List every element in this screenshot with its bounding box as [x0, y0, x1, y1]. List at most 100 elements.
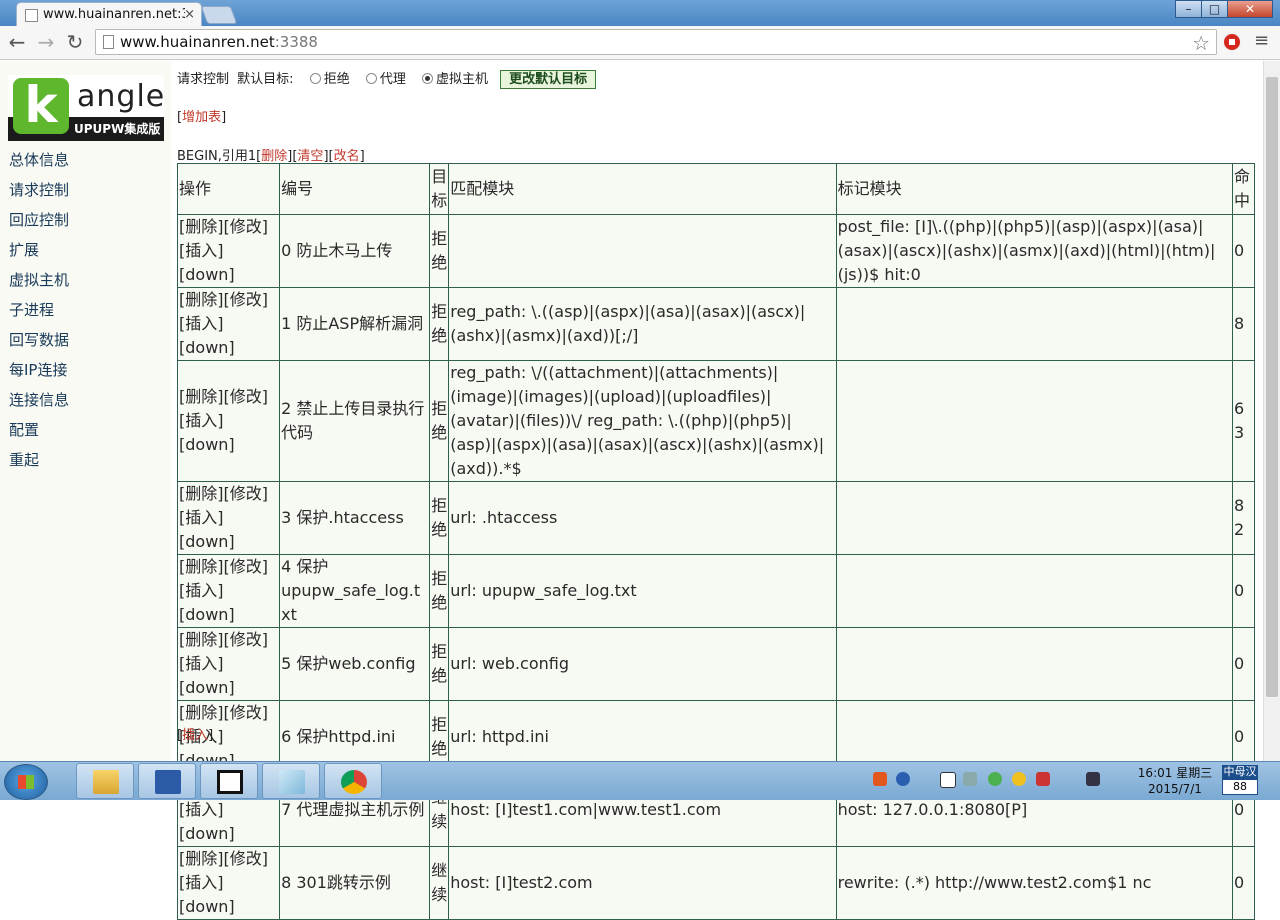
sidebar-item-extensions[interactable]: 扩展 — [9, 235, 69, 265]
row-delete-link[interactable]: [删除] — [179, 557, 224, 576]
sidebar-item-per-ip-connections[interactable]: 每IP连接 — [9, 355, 69, 385]
row-down-link[interactable]: [down] — [179, 338, 235, 357]
bracket: ] — [359, 149, 365, 164]
row-edit-link[interactable]: [修改] — [224, 484, 269, 503]
row-edit-link[interactable]: [修改] — [224, 217, 269, 236]
row-delete-link[interactable]: [删除] — [179, 217, 224, 236]
row-operations: [删除][修改][插入] [down] — [176, 627, 281, 701]
new-tab-button[interactable] — [200, 6, 238, 24]
rename-table-link[interactable]: 改名 — [334, 149, 360, 164]
insert-rule-link[interactable]: 插入 — [182, 728, 208, 743]
bookmark-star-icon[interactable]: ☆ — [1192, 31, 1210, 55]
row-delete-link[interactable]: [删除] — [179, 387, 224, 406]
taskbar-window-button[interactable] — [200, 763, 258, 799]
row-edit-link[interactable]: [修改] — [224, 290, 269, 309]
row-down-link[interactable]: [down] — [179, 824, 235, 843]
taskbar-notepad-button[interactable] — [262, 763, 320, 799]
row-insert-link[interactable]: [插入] — [179, 654, 224, 673]
add-table-link[interactable]: 增加表 — [182, 110, 221, 125]
row-down-link[interactable]: [down] — [179, 605, 235, 624]
row-delete-link[interactable]: [删除] — [179, 630, 224, 649]
row-down-link[interactable]: [down] — [179, 532, 235, 551]
extension-stop-icon[interactable] — [1222, 32, 1242, 52]
taskbar-explorer-button[interactable] — [76, 763, 134, 799]
page-scrollbar[interactable] — [1263, 61, 1280, 761]
row-id: 3 保护.htaccess — [279, 481, 431, 555]
row-delete-link[interactable]: [删除] — [179, 703, 224, 722]
row-insert-link[interactable]: [插入] — [179, 314, 224, 333]
taskbar-word-button[interactable] — [138, 763, 196, 799]
taskbar-chrome-button[interactable] — [324, 763, 382, 799]
radio-deny[interactable] — [309, 73, 321, 84]
taskbar-clock[interactable]: 16:01 星期三 2015/7/1 — [1130, 765, 1220, 797]
tray-volume-icon[interactable] — [1086, 772, 1100, 786]
radio-proxy-label[interactable]: 代理 — [380, 72, 406, 87]
browser-tab-active[interactable]: www.huainanren.net:338 × — [16, 2, 202, 26]
row-edit-link[interactable]: [修改] — [224, 703, 269, 722]
row-insert-link[interactable]: [插入] — [179, 581, 224, 600]
sidebar-item-virtual-host[interactable]: 虚拟主机 — [9, 265, 69, 295]
row-target: 拒绝 — [429, 627, 450, 701]
bracket: ] — [208, 728, 214, 743]
change-default-target-button[interactable]: 更改默认目标 — [500, 70, 597, 89]
url-text[interactable]: www.huainanren.net:3388 — [120, 32, 318, 52]
row-edit-link[interactable]: [修改] — [224, 557, 269, 576]
radio-proxy[interactable] — [365, 73, 377, 84]
windows-logo-icon — [18, 775, 34, 789]
row-operations: [删除][修改][插入] [down] — [176, 554, 281, 628]
row-edit-link[interactable]: [修改] — [224, 387, 269, 406]
radio-deny-label[interactable]: 拒绝 — [324, 72, 350, 87]
window-maximize-button[interactable]: □ — [1201, 0, 1228, 18]
row-hits: 0 — [1231, 554, 1256, 628]
row-insert-link[interactable]: [插入] — [179, 800, 224, 819]
row-insert-link[interactable]: [插入] — [179, 873, 224, 892]
address-bar[interactable]: www.huainanren.net:3388 ☆ — [95, 29, 1217, 55]
tab-title: www.huainanren.net:338 — [43, 7, 185, 22]
row-insert-link[interactable]: [插入] — [179, 411, 224, 430]
row-insert-link[interactable]: [插入] — [179, 241, 224, 260]
sidebar-item-config[interactable]: 配置 — [9, 415, 69, 445]
window-minimize-button[interactable]: – — [1175, 0, 1202, 18]
radio-virtual-host-label[interactable]: 虚拟主机 — [436, 72, 488, 87]
sidebar-item-subprocess[interactable]: 子进程 — [9, 295, 69, 325]
radio-virtual-host[interactable] — [422, 73, 433, 84]
row-down-link[interactable]: [down] — [179, 265, 235, 284]
tray-network-icon[interactable] — [1036, 772, 1050, 786]
row-id: 1 防止ASP解析漏洞 — [279, 287, 431, 361]
delete-table-link[interactable]: 删除 — [261, 149, 287, 164]
row-delete-link[interactable]: [删除] — [179, 849, 224, 868]
sidebar-item-request-control[interactable]: 请求控制 — [9, 175, 69, 205]
row-edit-link[interactable]: [修改] — [224, 630, 269, 649]
clear-table-link[interactable]: 清空 — [297, 149, 323, 164]
row-down-link[interactable]: [down] — [179, 897, 235, 916]
browser-menu-icon[interactable]: ≡ — [1254, 31, 1270, 51]
sidebar-item-writeback[interactable]: 回写数据 — [9, 325, 69, 355]
sidebar-item-overview[interactable]: 总体信息 — [9, 145, 69, 175]
tray-sogou-icon[interactable] — [873, 772, 887, 786]
row-insert-link[interactable]: [插入] — [179, 508, 224, 527]
ime-indicator[interactable]: 中母汉 88 — [1222, 765, 1258, 795]
start-button[interactable] — [4, 764, 48, 800]
tray-window-icon[interactable] — [940, 772, 956, 788]
row-edit-link[interactable]: [修改] — [224, 849, 269, 868]
row-delete-link[interactable]: [删除] — [179, 290, 224, 309]
sidebar-item-restart[interactable]: 重起 — [9, 445, 69, 475]
window-close-button[interactable]: ✕ — [1227, 0, 1273, 18]
sidebar-item-response-control[interactable]: 回应控制 — [9, 205, 69, 235]
forward-arrow-icon[interactable]: → — [34, 30, 58, 54]
col-header-match: 匹配模块 — [448, 163, 837, 215]
back-arrow-icon[interactable]: ← — [5, 30, 29, 54]
tray-shield-icon[interactable] — [988, 772, 1002, 786]
row-delete-link[interactable]: [删除] — [179, 484, 224, 503]
reload-icon[interactable]: ↻ — [63, 30, 87, 54]
tray-qq-icon[interactable] — [1012, 772, 1026, 786]
tray-help-icon[interactable] — [896, 772, 910, 786]
tab-close-icon[interactable]: × — [184, 3, 195, 27]
row-down-link[interactable]: [down] — [179, 435, 235, 454]
row-mark: post_file: [I]\.((php)|(php5)|(asp)|(asp… — [835, 214, 1233, 288]
sidebar-item-connection-info[interactable]: 连接信息 — [9, 385, 69, 415]
tray-tools-icon[interactable] — [963, 772, 977, 786]
row-down-link[interactable]: [down] — [179, 678, 235, 697]
row-match: url: web.config — [448, 627, 837, 701]
scrollbar-thumb[interactable] — [1266, 77, 1278, 697]
